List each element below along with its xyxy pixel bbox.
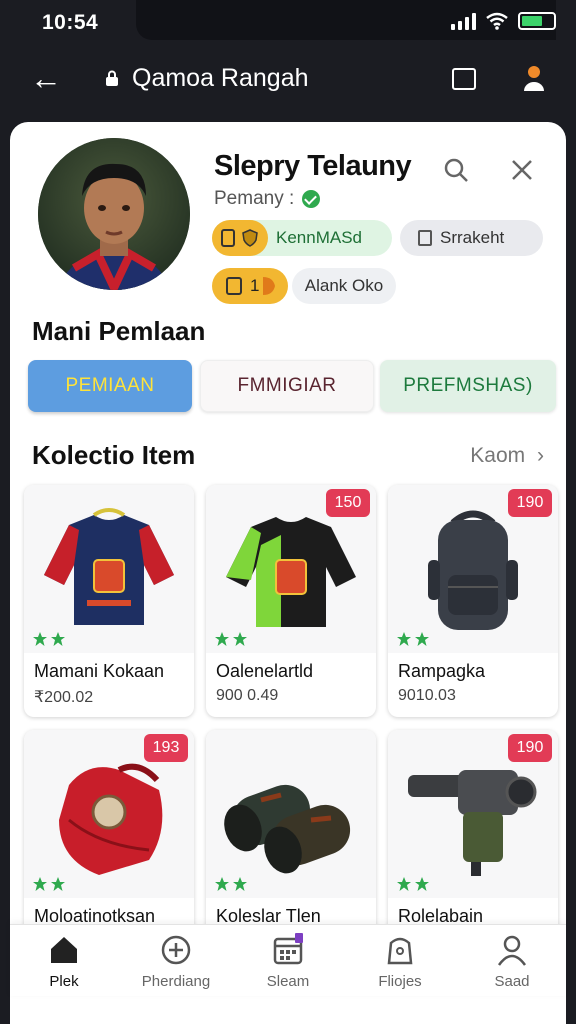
signal-icon bbox=[451, 12, 476, 30]
nav-label: Fliojes bbox=[378, 973, 422, 990]
toggle-icon bbox=[263, 277, 276, 295]
section-title-main: Mani Pemlaan bbox=[32, 316, 206, 346]
nav-label: Pherdiang bbox=[141, 973, 211, 990]
item-badge: 150 bbox=[326, 489, 370, 517]
item-price: 900 0.49 bbox=[216, 687, 279, 704]
level-badge-value: 1 bbox=[250, 276, 260, 295]
status-bar: 10:54 bbox=[0, 0, 576, 44]
item-badge: 190 bbox=[508, 734, 552, 762]
profile-sheet: Slepry Telauny Pemany : KennMASd Srrakeh… bbox=[10, 122, 566, 1024]
bag-icon bbox=[59, 763, 163, 875]
see-all-label: Kaom bbox=[470, 444, 526, 467]
nav-item-add[interactable]: Pherdiang bbox=[126, 933, 226, 995]
status-icons bbox=[451, 12, 556, 30]
rating-stars bbox=[33, 632, 65, 646]
status-time: 10:54 bbox=[42, 11, 99, 34]
bottom-nav: Plek Pherdiang Sleam Fliojes Saad bbox=[10, 924, 566, 996]
calendar-icon bbox=[273, 933, 303, 965]
home-icon bbox=[51, 937, 77, 963]
roll-icon bbox=[224, 784, 351, 874]
profile-name: Slepry Telauny bbox=[214, 150, 412, 182]
alliance-badge[interactable]: Alank Oko bbox=[292, 268, 396, 304]
item-price: 9010.03 bbox=[398, 687, 456, 704]
level-badge[interactable]: 1 bbox=[212, 268, 288, 304]
nav-item-calendar[interactable]: Sleam bbox=[238, 933, 338, 995]
app-screen: 10:54 ← Qamoa Rangah Slepry Telauny Pema… bbox=[0, 0, 576, 1024]
item-card[interactable]: 150 Oalenelartld 900 0.49 bbox=[206, 485, 376, 717]
battery-icon bbox=[518, 12, 556, 30]
close-icon[interactable] bbox=[510, 158, 534, 182]
home-indicator[interactable] bbox=[190, 1006, 386, 1012]
profile-subtitle-text: Pemany : bbox=[214, 188, 295, 209]
nav-label: Saad bbox=[494, 973, 530, 990]
document-icon bbox=[418, 230, 432, 246]
secondary-badge-label: Srrakeht bbox=[440, 228, 505, 247]
wifi-icon bbox=[486, 12, 508, 30]
rating-stars bbox=[397, 877, 429, 891]
nav-item-bag[interactable]: Fliojes bbox=[350, 933, 450, 995]
backpack-icon bbox=[428, 510, 518, 630]
section-title-collection: Kolectio Item bbox=[32, 440, 196, 470]
jersey-icon bbox=[226, 517, 356, 627]
lock-icon bbox=[106, 70, 118, 86]
card-icon bbox=[221, 229, 235, 247]
plus-circle-icon bbox=[161, 935, 191, 965]
item-card[interactable]: Mamani Kokaan ₹200.02 bbox=[24, 485, 194, 717]
nav-label: Sleam bbox=[266, 973, 310, 990]
chevron-right-icon: › bbox=[537, 444, 544, 467]
nav-label: Plek bbox=[49, 973, 79, 990]
item-name: Oalenelartld bbox=[216, 661, 314, 681]
tab-prefmshas[interactable]: PREFMSHAS) bbox=[380, 360, 556, 412]
avatar-portrait bbox=[38, 138, 190, 290]
nav-item-home[interactable]: Plek bbox=[14, 933, 114, 995]
verified-icon bbox=[302, 190, 321, 208]
rating-stars bbox=[397, 632, 429, 646]
item-card[interactable]: 190 Rampagka 9010.03 bbox=[388, 485, 558, 717]
item-name: Rampagka bbox=[398, 661, 486, 681]
app-bar-title: Qamoa Rangah bbox=[132, 64, 309, 92]
rank-badge[interactable]: KennMASd bbox=[212, 220, 392, 256]
search-icon[interactable] bbox=[442, 156, 470, 184]
avatar bbox=[38, 138, 190, 290]
level-icon bbox=[226, 277, 242, 295]
device-icon bbox=[408, 770, 537, 876]
app-bar: ← Qamoa Rangah bbox=[0, 44, 576, 114]
item-image bbox=[206, 730, 376, 898]
bag-icon bbox=[387, 937, 413, 965]
tab-fmmigiar[interactable]: FMMIGIAR bbox=[200, 360, 374, 412]
user-icon bbox=[497, 935, 527, 966]
window-icon[interactable] bbox=[452, 68, 476, 90]
secondary-badge[interactable]: Srrakeht bbox=[400, 220, 543, 256]
item-price: ₹200.02 bbox=[34, 689, 94, 706]
rank-badge-icon bbox=[212, 220, 268, 256]
profile-icon[interactable] bbox=[522, 64, 546, 92]
jersey-icon bbox=[44, 508, 174, 625]
tab-pemiaan[interactable]: PEMIAAN bbox=[28, 360, 192, 412]
crest-icon bbox=[242, 229, 258, 247]
rating-stars bbox=[215, 877, 247, 891]
item-name: Mamani Kokaan bbox=[34, 661, 165, 681]
item-image bbox=[24, 485, 194, 653]
back-arrow-icon[interactable]: ← bbox=[30, 60, 62, 96]
rating-stars bbox=[33, 877, 65, 891]
rank-badge-label: KennMASd bbox=[276, 228, 362, 247]
profile-subtitle: Pemany : bbox=[214, 188, 321, 210]
see-all-link[interactable]: Kaom › bbox=[470, 444, 544, 468]
item-badge: 190 bbox=[508, 489, 552, 517]
item-badge: 193 bbox=[144, 734, 188, 762]
alliance-badge-label: Alank Oko bbox=[304, 276, 384, 295]
rating-stars bbox=[215, 632, 247, 646]
nav-item-profile[interactable]: Saad bbox=[462, 933, 562, 995]
